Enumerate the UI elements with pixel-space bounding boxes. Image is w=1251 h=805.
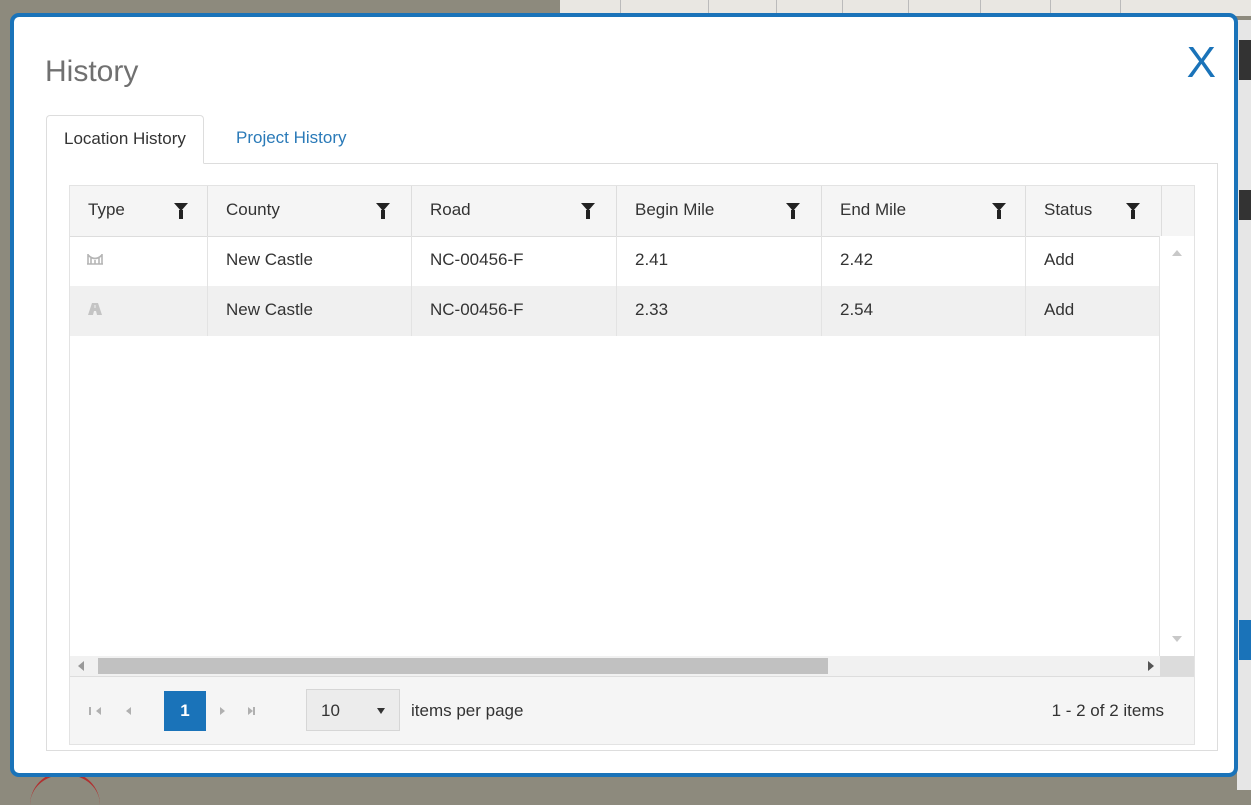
type-cell: [70, 286, 208, 336]
road-cell: NC-00456-F: [412, 236, 617, 286]
column-header-begin-mile[interactable]: Begin Mile: [617, 186, 822, 236]
bridge-icon: [87, 254, 103, 265]
column-header-label: Begin Mile: [635, 200, 715, 219]
column-header-status[interactable]: Status: [1026, 186, 1162, 236]
scrollbar-corner: [1160, 656, 1194, 676]
next-page-icon[interactable]: [220, 707, 225, 715]
page-size-value: 10: [321, 701, 340, 720]
column-header-label: End Mile: [840, 200, 907, 219]
background-panel-edge: [1237, 20, 1251, 790]
column-header-label: County: [226, 200, 280, 219]
status-cell: Add: [1026, 286, 1162, 336]
close-button[interactable]: X: [1187, 41, 1216, 85]
tab-project-history[interactable]: Project History: [219, 115, 364, 162]
end-mile-cell: 2.54: [822, 286, 1026, 336]
column-header-end-mile[interactable]: End Mile: [822, 186, 1026, 236]
column-header-road[interactable]: Road: [412, 186, 617, 236]
column-header-type[interactable]: Type: [70, 186, 208, 236]
filter-icon[interactable]: [786, 203, 800, 219]
column-header-label: Type: [88, 200, 125, 219]
scroll-left-icon[interactable]: [78, 661, 84, 671]
begin-mile-cell: 2.33: [617, 286, 822, 336]
dialog-title: History: [45, 55, 139, 88]
road-icon: [88, 303, 102, 315]
last-page-icon[interactable]: [248, 707, 255, 715]
status-cell: Add: [1026, 236, 1162, 286]
history-grid: Type County Road Begin Mile End Mile Sta…: [69, 185, 1195, 745]
scrollbar-thumb[interactable]: [98, 658, 828, 674]
previous-page-icon[interactable]: [126, 707, 131, 715]
grid-header: Type County Road Begin Mile End Mile Sta…: [70, 186, 1194, 237]
page-size-label: items per page: [411, 701, 524, 720]
grid-pager: 1 10 items per page 1 - 2 of 2 items: [70, 676, 1194, 744]
scroll-right-icon[interactable]: [1148, 661, 1154, 671]
road-cell: NC-00456-F: [412, 286, 617, 336]
scroll-down-icon[interactable]: [1172, 636, 1182, 642]
table-row[interactable]: New Castle NC-00456-F 2.41 2.42 Add: [70, 236, 1162, 286]
end-mile-cell: 2.42: [822, 236, 1026, 286]
horizontal-scrollbar[interactable]: [70, 656, 1162, 676]
filter-icon[interactable]: [376, 203, 390, 219]
county-cell: New Castle: [208, 286, 412, 336]
begin-mile-cell: 2.41: [617, 236, 822, 286]
filter-icon[interactable]: [174, 203, 188, 219]
table-row[interactable]: New Castle NC-00456-F 2.33 2.54 Add: [70, 286, 1162, 336]
vertical-scrollbar[interactable]: [1159, 236, 1194, 656]
pager-info: 1 - 2 of 2 items: [1051, 701, 1164, 720]
page-size-dropdown[interactable]: 10: [306, 689, 400, 731]
tab-location-history[interactable]: Location History: [46, 115, 204, 164]
filter-icon[interactable]: [1126, 203, 1140, 219]
scroll-up-icon[interactable]: [1172, 250, 1182, 256]
history-tabs: Location History Project History: [46, 115, 1218, 164]
column-header-label: Status: [1044, 200, 1093, 219]
filter-icon[interactable]: [581, 203, 595, 219]
column-header-label: Road: [430, 200, 471, 219]
tab-panel: Type County Road Begin Mile End Mile Sta…: [46, 163, 1218, 751]
current-page-button[interactable]: 1: [164, 691, 206, 731]
filter-icon[interactable]: [992, 203, 1006, 219]
history-dialog: History X Location History Project Histo…: [10, 13, 1238, 777]
column-header-county[interactable]: County: [208, 186, 412, 236]
chevron-down-icon: [377, 708, 385, 714]
first-page-icon[interactable]: [89, 707, 101, 715]
county-cell: New Castle: [208, 236, 412, 286]
type-cell: [70, 236, 208, 286]
